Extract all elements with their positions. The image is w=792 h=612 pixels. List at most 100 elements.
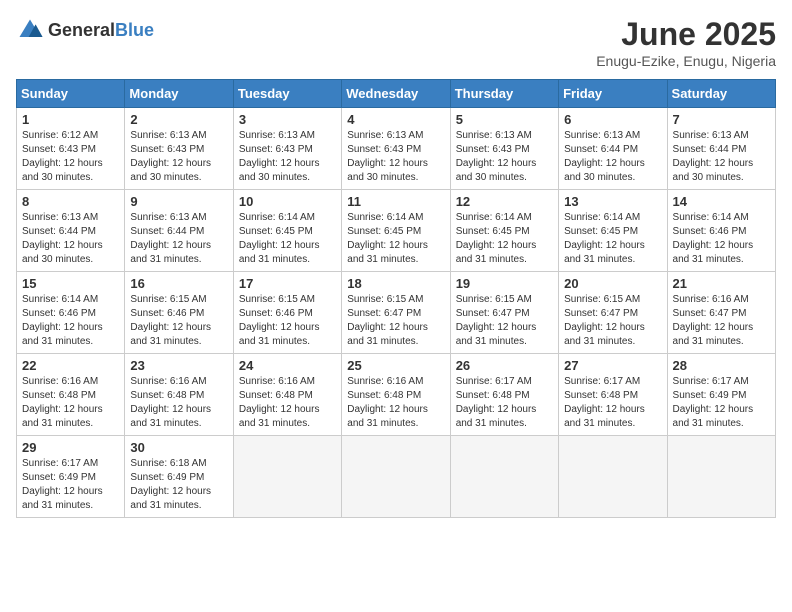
day-info: Sunrise: 6:12 AMSunset: 6:43 PMDaylight:… [22,130,103,183]
day-number: 17 [239,276,336,291]
calendar-cell: 25 Sunrise: 6:16 AMSunset: 6:48 PMDaylig… [342,354,450,436]
week-row-1: 1 Sunrise: 6:12 AMSunset: 6:43 PMDayligh… [17,108,776,190]
calendar-cell: 8 Sunrise: 6:13 AMSunset: 6:44 PMDayligh… [17,190,125,272]
day-number: 21 [673,276,770,291]
day-info: Sunrise: 6:17 AMSunset: 6:49 PMDaylight:… [673,376,754,429]
calendar-cell: 6 Sunrise: 6:13 AMSunset: 6:44 PMDayligh… [559,108,667,190]
calendar-cell: 18 Sunrise: 6:15 AMSunset: 6:47 PMDaylig… [342,272,450,354]
calendar-cell [450,436,558,518]
calendar-cell [342,436,450,518]
calendar-cell: 28 Sunrise: 6:17 AMSunset: 6:49 PMDaylig… [667,354,775,436]
day-info: Sunrise: 6:16 AMSunset: 6:48 PMDaylight:… [239,376,320,429]
day-info: Sunrise: 6:17 AMSunset: 6:48 PMDaylight:… [564,376,645,429]
day-info: Sunrise: 6:13 AMSunset: 6:44 PMDaylight:… [130,212,211,265]
week-row-2: 8 Sunrise: 6:13 AMSunset: 6:44 PMDayligh… [17,190,776,272]
title-area: June 2025 Enugu-Ezike, Enugu, Nigeria [596,16,776,69]
week-row-3: 15 Sunrise: 6:14 AMSunset: 6:46 PMDaylig… [17,272,776,354]
day-number: 28 [673,358,770,373]
day-info: Sunrise: 6:15 AMSunset: 6:47 PMDaylight:… [456,294,537,347]
logo-blue-text: Blue [115,20,154,40]
day-info: Sunrise: 6:16 AMSunset: 6:48 PMDaylight:… [22,376,103,429]
weekday-header-thursday: Thursday [450,80,558,108]
weekday-header-sunday: Sunday [17,80,125,108]
calendar-cell: 4 Sunrise: 6:13 AMSunset: 6:43 PMDayligh… [342,108,450,190]
calendar-cell: 5 Sunrise: 6:13 AMSunset: 6:43 PMDayligh… [450,108,558,190]
calendar-cell [559,436,667,518]
day-number: 23 [130,358,227,373]
day-number: 18 [347,276,444,291]
day-number: 27 [564,358,661,373]
calendar-table: SundayMondayTuesdayWednesdayThursdayFrid… [16,79,776,518]
location-title: Enugu-Ezike, Enugu, Nigeria [596,53,776,69]
calendar-cell: 16 Sunrise: 6:15 AMSunset: 6:46 PMDaylig… [125,272,233,354]
logo-general-text: General [48,20,115,40]
day-number: 13 [564,194,661,209]
day-number: 22 [22,358,119,373]
logo: GeneralBlue [16,16,154,44]
day-number: 8 [22,194,119,209]
calendar-cell: 23 Sunrise: 6:16 AMSunset: 6:48 PMDaylig… [125,354,233,436]
day-number: 25 [347,358,444,373]
day-info: Sunrise: 6:13 AMSunset: 6:44 PMDaylight:… [673,130,754,183]
day-number: 3 [239,112,336,127]
calendar-cell: 21 Sunrise: 6:16 AMSunset: 6:47 PMDaylig… [667,272,775,354]
day-info: Sunrise: 6:13 AMSunset: 6:44 PMDaylight:… [564,130,645,183]
calendar-cell: 19 Sunrise: 6:15 AMSunset: 6:47 PMDaylig… [450,272,558,354]
day-info: Sunrise: 6:13 AMSunset: 6:43 PMDaylight:… [239,130,320,183]
day-number: 15 [22,276,119,291]
calendar-cell [233,436,341,518]
day-number: 5 [456,112,553,127]
calendar-cell: 20 Sunrise: 6:15 AMSunset: 6:47 PMDaylig… [559,272,667,354]
day-info: Sunrise: 6:16 AMSunset: 6:48 PMDaylight:… [347,376,428,429]
calendar-cell: 7 Sunrise: 6:13 AMSunset: 6:44 PMDayligh… [667,108,775,190]
calendar-cell: 9 Sunrise: 6:13 AMSunset: 6:44 PMDayligh… [125,190,233,272]
calendar-cell: 15 Sunrise: 6:14 AMSunset: 6:46 PMDaylig… [17,272,125,354]
day-number: 19 [456,276,553,291]
day-info: Sunrise: 6:16 AMSunset: 6:47 PMDaylight:… [673,294,754,347]
day-info: Sunrise: 6:15 AMSunset: 6:46 PMDaylight:… [239,294,320,347]
page-header: GeneralBlue June 2025 Enugu-Ezike, Enugu… [16,16,776,69]
day-info: Sunrise: 6:17 AMSunset: 6:48 PMDaylight:… [456,376,537,429]
day-number: 30 [130,440,227,455]
weekday-header-wednesday: Wednesday [342,80,450,108]
day-number: 11 [347,194,444,209]
calendar-cell: 14 Sunrise: 6:14 AMSunset: 6:46 PMDaylig… [667,190,775,272]
day-info: Sunrise: 6:14 AMSunset: 6:46 PMDaylight:… [22,294,103,347]
weekday-header-saturday: Saturday [667,80,775,108]
calendar-cell: 3 Sunrise: 6:13 AMSunset: 6:43 PMDayligh… [233,108,341,190]
calendar-cell: 26 Sunrise: 6:17 AMSunset: 6:48 PMDaylig… [450,354,558,436]
day-info: Sunrise: 6:14 AMSunset: 6:45 PMDaylight:… [239,212,320,265]
day-number: 2 [130,112,227,127]
month-title: June 2025 [596,16,776,53]
calendar-cell: 2 Sunrise: 6:13 AMSunset: 6:43 PMDayligh… [125,108,233,190]
calendar-cell: 1 Sunrise: 6:12 AMSunset: 6:43 PMDayligh… [17,108,125,190]
day-number: 29 [22,440,119,455]
day-number: 16 [130,276,227,291]
day-info: Sunrise: 6:15 AMSunset: 6:47 PMDaylight:… [564,294,645,347]
day-info: Sunrise: 6:15 AMSunset: 6:47 PMDaylight:… [347,294,428,347]
logo-icon [16,16,44,44]
day-number: 7 [673,112,770,127]
day-info: Sunrise: 6:14 AMSunset: 6:45 PMDaylight:… [347,212,428,265]
day-info: Sunrise: 6:18 AMSunset: 6:49 PMDaylight:… [130,458,211,511]
day-number: 14 [673,194,770,209]
calendar-cell: 22 Sunrise: 6:16 AMSunset: 6:48 PMDaylig… [17,354,125,436]
week-row-4: 22 Sunrise: 6:16 AMSunset: 6:48 PMDaylig… [17,354,776,436]
calendar-cell: 11 Sunrise: 6:14 AMSunset: 6:45 PMDaylig… [342,190,450,272]
day-info: Sunrise: 6:14 AMSunset: 6:45 PMDaylight:… [564,212,645,265]
day-info: Sunrise: 6:13 AMSunset: 6:44 PMDaylight:… [22,212,103,265]
calendar-cell: 17 Sunrise: 6:15 AMSunset: 6:46 PMDaylig… [233,272,341,354]
calendar-cell: 30 Sunrise: 6:18 AMSunset: 6:49 PMDaylig… [125,436,233,518]
day-info: Sunrise: 6:14 AMSunset: 6:46 PMDaylight:… [673,212,754,265]
day-number: 26 [456,358,553,373]
day-number: 12 [456,194,553,209]
day-number: 6 [564,112,661,127]
calendar-cell: 29 Sunrise: 6:17 AMSunset: 6:49 PMDaylig… [17,436,125,518]
day-number: 20 [564,276,661,291]
day-number: 9 [130,194,227,209]
day-number: 10 [239,194,336,209]
day-number: 4 [347,112,444,127]
calendar-cell: 13 Sunrise: 6:14 AMSunset: 6:45 PMDaylig… [559,190,667,272]
day-info: Sunrise: 6:16 AMSunset: 6:48 PMDaylight:… [130,376,211,429]
day-info: Sunrise: 6:15 AMSunset: 6:46 PMDaylight:… [130,294,211,347]
